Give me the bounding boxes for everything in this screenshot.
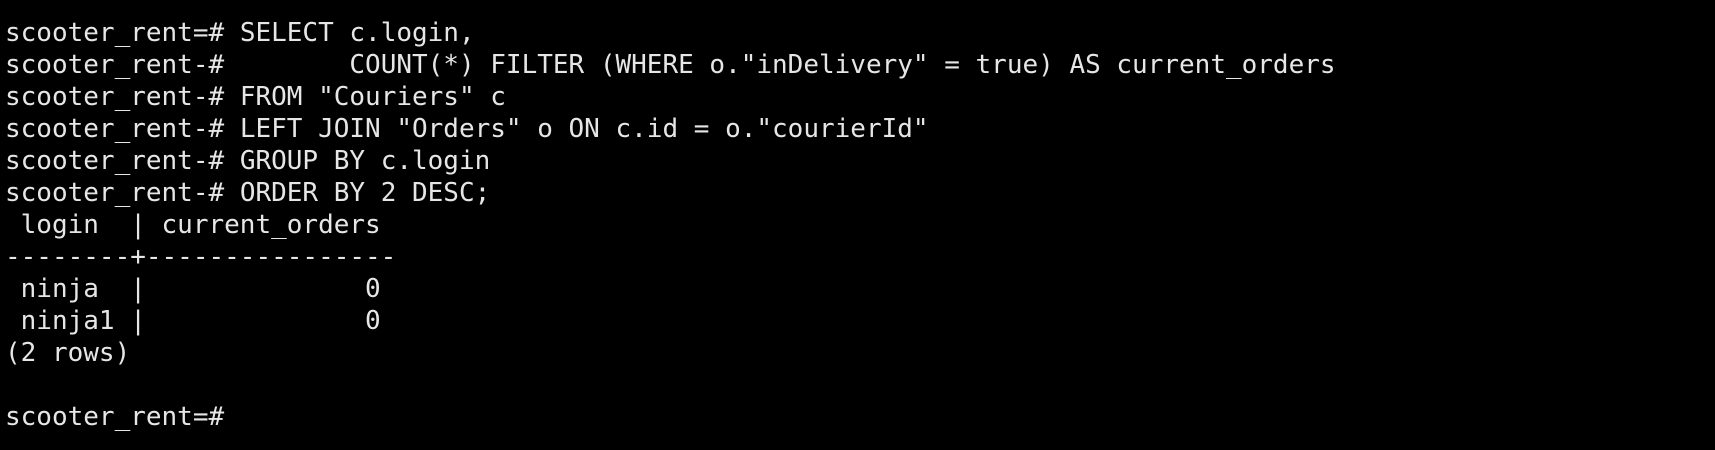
command-text: LEFT JOIN "Orders" o ON c.id = o."courie… (239, 114, 929, 144)
command-text: ORDER BY 2 DESC; (239, 178, 491, 208)
query-line-5: scooter_rent-# GROUP BY c.login (5, 145, 1715, 177)
query-line-3: scooter_rent-# FROM "Couriers" c (5, 81, 1715, 113)
result-row: ninja1 | 0 (5, 306, 381, 336)
final-prompt: scooter_rent=# (5, 402, 240, 432)
query-line-1: scooter_rent=# SELECT c.login, (5, 17, 1715, 49)
input-line[interactable]: scooter_rent=# (5, 401, 1715, 433)
prompt: scooter_rent=# (5, 18, 240, 48)
result-row: ninja | 0 (5, 274, 381, 304)
command-text: COUNT(*) FILTER (WHERE o."inDelivery" = … (239, 50, 1336, 80)
query-line-2: scooter_rent-# COUNT(*) FILTER (WHERE o.… (5, 49, 1715, 81)
result-footer: (2 rows) (5, 338, 131, 368)
result-header: login | current_orders (5, 210, 381, 240)
query-line-6: scooter_rent-# ORDER BY 2 DESC; (5, 177, 1715, 209)
prompt: scooter_rent-# (5, 82, 240, 112)
prompt: scooter_rent-# (5, 50, 240, 80)
result-separator: --------+---------------- (5, 242, 397, 272)
prompt: scooter_rent-# (5, 146, 240, 176)
command-text: SELECT c.login, (239, 18, 475, 48)
command-text: GROUP BY c.login (239, 146, 491, 176)
command-text: FROM "Couriers" c (239, 82, 506, 112)
prompt: scooter_rent-# (5, 178, 240, 208)
query-line-4: scooter_rent-# LEFT JOIN "Orders" o ON c… (5, 113, 1715, 145)
terminal-window[interactable]: scooter_rent=# SELECT c.login, scooter_r… (0, 0, 1715, 450)
prompt: scooter_rent-# (5, 114, 240, 144)
